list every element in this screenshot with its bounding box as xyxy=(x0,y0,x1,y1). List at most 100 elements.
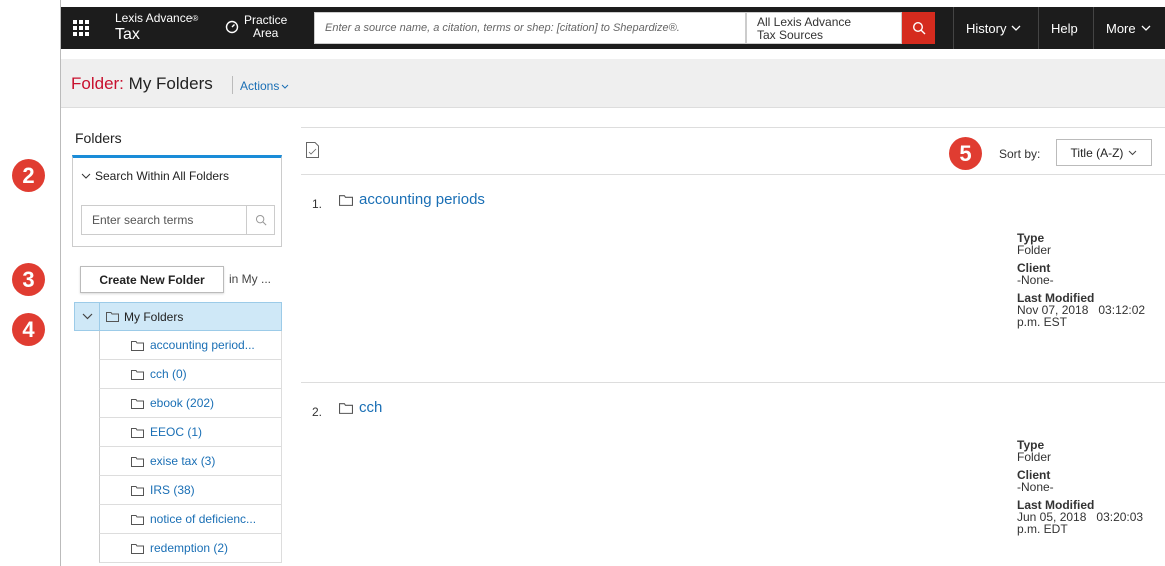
search-icon xyxy=(255,214,267,226)
chevron-down-icon xyxy=(1129,150,1137,155)
folder-icon xyxy=(131,427,144,438)
result-item: 1. accounting periods Type Folder Client -… xyxy=(301,175,1165,382)
chevron-down-icon xyxy=(82,313,92,320)
tree-item-label: notice of deficienc... xyxy=(150,512,257,526)
folder-icon xyxy=(131,369,144,380)
history-label: History xyxy=(966,20,1007,36)
tree-item[interactable]: cch (0) xyxy=(99,360,282,389)
search-within-toggle[interactable]: Search Within All Folders xyxy=(81,169,229,183)
main-search-box xyxy=(314,12,746,44)
result-metadata: Type Folder Client -None- Last Modified Jun… xyxy=(1017,439,1143,541)
tree-item-label: ebook (202) xyxy=(150,396,215,410)
folder-icon xyxy=(131,543,144,554)
export-document-icon[interactable] xyxy=(306,142,319,158)
search-within-title: Search Within All Folders xyxy=(95,169,230,183)
folder-header: Folder: My Folders Actions xyxy=(61,59,1165,108)
tree-collapse-toggle[interactable] xyxy=(75,303,100,330)
chevron-down-icon xyxy=(1011,25,1021,31)
practice-area-button[interactable]: Practice Area xyxy=(225,14,287,40)
folder-search-field xyxy=(81,205,247,235)
tree-item-label: IRS (38) xyxy=(150,483,195,497)
meta-modified-tz: p.m. EDT xyxy=(1017,522,1068,536)
search-icon xyxy=(912,21,925,35)
callout-badge: 4 xyxy=(12,313,45,346)
folder-icon xyxy=(131,485,144,496)
folder-tree: My Folders accounting period... cch (0) … xyxy=(74,302,282,563)
result-title-link[interactable]: cch xyxy=(339,399,382,416)
actions-label: Actions xyxy=(240,79,280,93)
result-number: 2. xyxy=(312,405,323,419)
callout-badge: 2 xyxy=(12,159,45,192)
tree-item-label: EEOC (1) xyxy=(150,425,203,439)
result-number: 1. xyxy=(312,197,323,211)
actions-menu[interactable]: Actions xyxy=(240,79,289,93)
meta-type-value: Folder xyxy=(1017,450,1052,464)
tree-item[interactable]: IRS (38) xyxy=(99,476,282,505)
search-button[interactable] xyxy=(902,12,935,44)
scope-line2: Tax Sources xyxy=(757,28,824,42)
page-title: Folder: My Folders xyxy=(71,74,213,94)
more-menu[interactable]: More xyxy=(1093,7,1165,49)
help-label: Help xyxy=(1051,20,1078,36)
header-divider xyxy=(232,76,233,94)
sort-label: Sort by: xyxy=(999,147,1041,161)
meta-client-value: -None- xyxy=(1017,273,1054,287)
search-scope-selector[interactable]: All Lexis Advance Tax Sources xyxy=(746,12,902,44)
brand-name: Lexis Advance xyxy=(115,11,193,25)
callout-badge: 5 xyxy=(949,137,982,170)
tree-item-label: accounting period... xyxy=(150,338,255,352)
folder-icon xyxy=(131,514,144,525)
sort-value: Title (A-Z) xyxy=(1070,145,1124,160)
result-title: cch xyxy=(359,399,383,416)
result-item: 2. cch Type Folder Client -None- Last Modi… xyxy=(301,383,1165,566)
folder-search-input[interactable] xyxy=(82,206,246,234)
tree-item-label: exise tax (3) xyxy=(150,454,216,468)
tree-item-label: redemption (2) xyxy=(150,541,229,555)
tree-item[interactable]: notice of deficienc... xyxy=(99,505,282,534)
app-grid-icon[interactable] xyxy=(73,20,89,36)
history-menu[interactable]: History xyxy=(953,7,1038,49)
main-search-input[interactable] xyxy=(315,13,745,43)
product-brand[interactable]: Lexis Advance® Tax xyxy=(115,12,198,44)
folder-name: My Folders xyxy=(128,74,213,93)
folder-icon xyxy=(131,340,144,351)
main-divider xyxy=(301,127,1165,128)
app-frame: Lexis Advance® Tax Practice Area All Lex… xyxy=(60,0,1165,566)
folder-icon xyxy=(131,398,144,409)
tree-item[interactable]: EEOC (1) xyxy=(99,418,282,447)
result-title-link[interactable]: accounting periods xyxy=(339,191,485,208)
folder-icon xyxy=(106,312,119,322)
top-nav-bar: Lexis Advance® Tax Practice Area All Lex… xyxy=(61,7,1165,49)
tree-root-label: My Folders xyxy=(124,309,184,324)
tree-item-label: cch (0) xyxy=(150,367,187,381)
chevron-down-icon xyxy=(1141,25,1151,31)
more-label: More xyxy=(1106,20,1136,36)
result-metadata: Type Folder Client -None- Last Modified Nov… xyxy=(1017,232,1145,334)
callout-badge: 3 xyxy=(12,263,45,296)
sort-select[interactable]: Title (A-Z) xyxy=(1056,139,1152,166)
folder-prefix: Folder: xyxy=(71,74,124,93)
tree-item[interactable]: accounting period... xyxy=(99,331,282,360)
practice-label-line2: Area xyxy=(253,26,279,40)
create-location-label: in My ... xyxy=(229,272,272,286)
folders-heading: Folders xyxy=(75,130,122,146)
tree-item[interactable]: ebook (202) xyxy=(99,389,282,418)
brand-product: Tax xyxy=(115,26,140,43)
help-link[interactable]: Help xyxy=(1038,7,1093,49)
tree-root-my-folders[interactable]: My Folders xyxy=(74,302,282,331)
chevron-down-icon xyxy=(282,84,289,89)
page: 2 3 4 Lexis Advance® Tax Practice Area E… xyxy=(0,0,1165,566)
meta-client-value: -None- xyxy=(1017,480,1054,494)
folder-search-button[interactable] xyxy=(247,205,275,235)
tree-item[interactable]: redemption (2) xyxy=(99,534,282,563)
search-within-panel: Search Within All Folders xyxy=(72,155,282,247)
result-title: accounting periods xyxy=(359,191,485,208)
compass-icon xyxy=(225,20,239,34)
create-new-folder-button[interactable]: Create New Folder xyxy=(80,266,224,293)
folder-icon xyxy=(339,402,353,414)
chevron-down-icon xyxy=(81,173,91,179)
meta-modified-tz: p.m. EST xyxy=(1017,315,1068,329)
brand-reg-mark: ® xyxy=(192,14,199,23)
folder-icon xyxy=(339,194,353,206)
tree-item[interactable]: exise tax (3) xyxy=(99,447,282,476)
